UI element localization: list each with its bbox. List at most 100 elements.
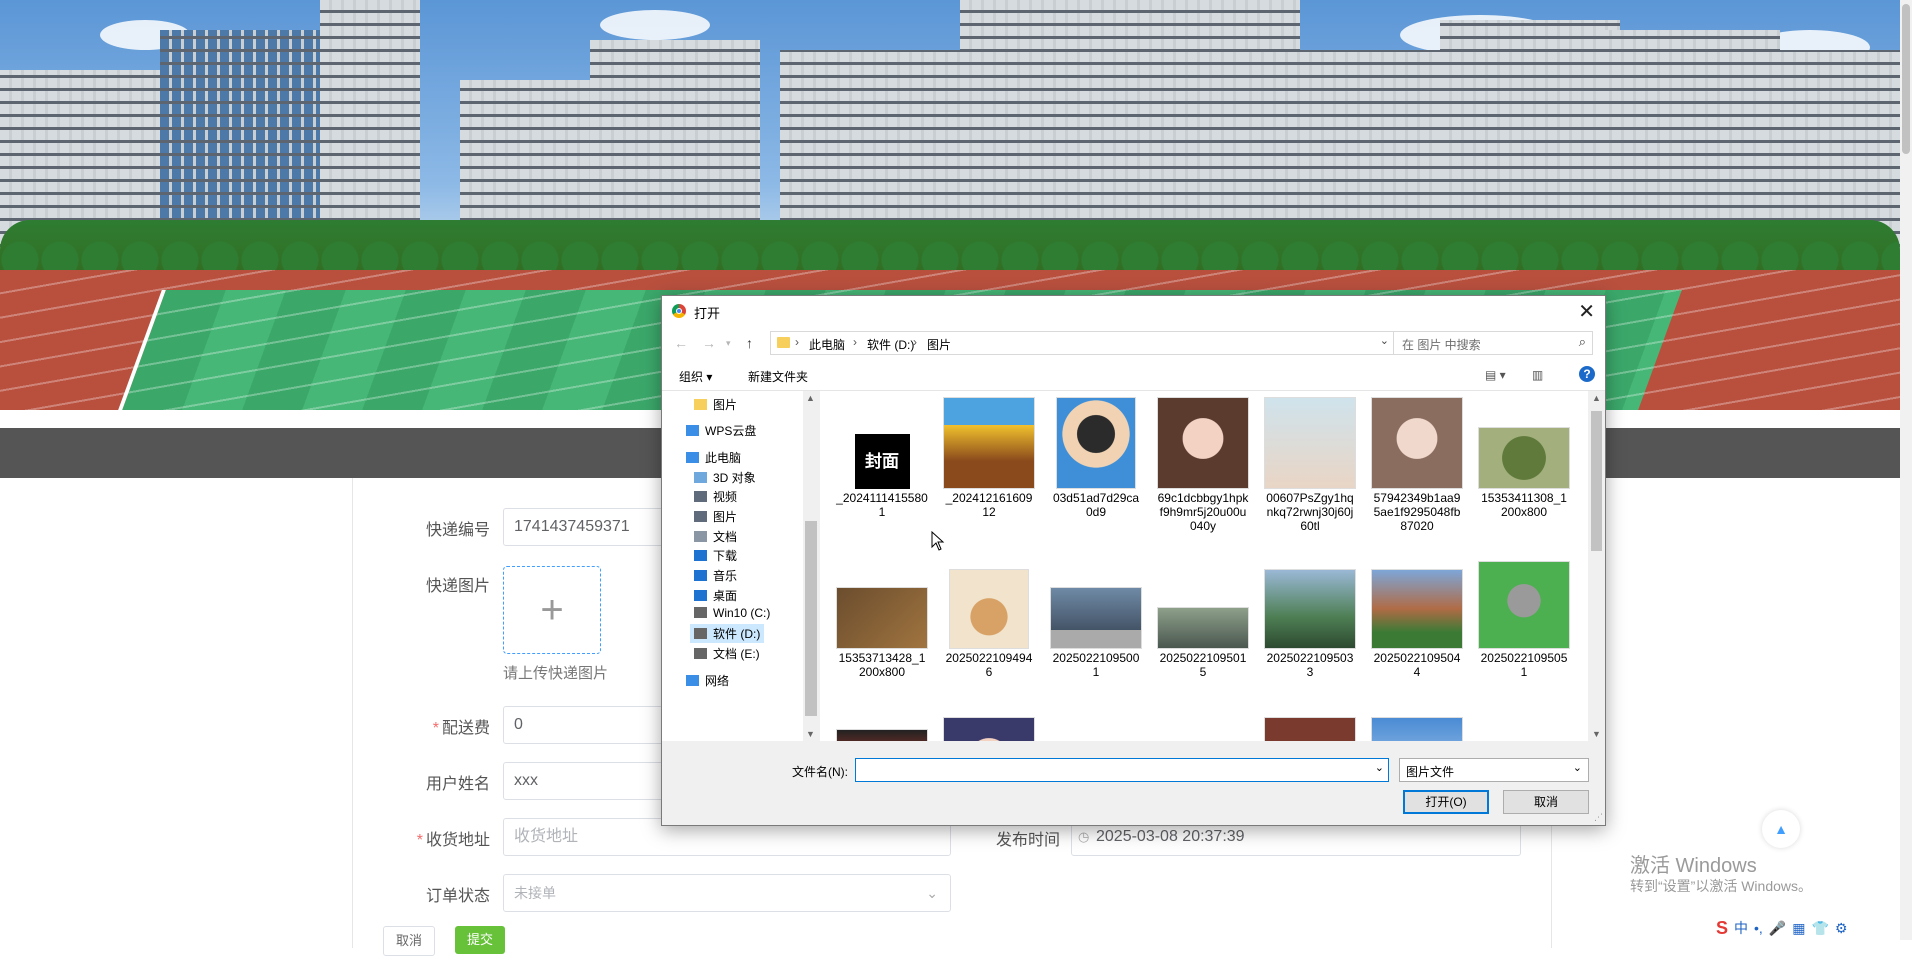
tree-item-label: 图片	[713, 510, 738, 524]
navigation-pane: 图片 WPS云盘 此电脑 3D 对象 视频 图片 文档 下载 音乐 桌面 Win10 (C:) 软件 …	[662, 391, 819, 741]
page-scrollbar[interactable]	[1900, 0, 1912, 940]
mic-icon[interactable]: 🎤	[1769, 920, 1786, 937]
tree-item[interactable]: WPS云盘	[682, 421, 760, 440]
file-name: 15353411308_1200x800	[1481, 491, 1567, 519]
file-item[interactable]: 15353713428_1200x800	[836, 587, 928, 679]
tree-item-label: 网络	[705, 674, 730, 688]
file-thumbnail	[1478, 427, 1570, 489]
tree-item[interactable]: 视频	[690, 487, 741, 506]
recent-chevron-icon[interactable]: ▾	[726, 338, 731, 349]
file-item[interactable]: 15353411308_1200x800	[1478, 427, 1570, 519]
tree-scrollbar[interactable]: ▲ ▼	[803, 391, 819, 741]
forward-icon[interactable]: →	[702, 335, 716, 351]
dialog-title: 打开	[694, 306, 721, 321]
status-placeholder: 未接单	[514, 885, 556, 901]
file-thumbnail	[836, 587, 928, 649]
submit-button[interactable]: 提交	[455, 926, 506, 954]
back-icon[interactable]: ←	[674, 335, 688, 351]
tree-item[interactable]: 软件 (D:)	[690, 624, 765, 643]
tree-item[interactable]: 文档 (E:)	[690, 644, 764, 663]
fee-input[interactable]: 0	[503, 706, 673, 744]
sogou-icon[interactable]: S	[1716, 918, 1728, 939]
file-name: 20250221095001	[1052, 651, 1140, 679]
chrome-icon	[672, 304, 686, 318]
chevron-down-icon[interactable]: ⌄	[1380, 334, 1389, 347]
search-input[interactable]: 在 图片 中搜索 ⌕	[1393, 331, 1593, 355]
tree-item[interactable]: 图片	[690, 395, 741, 414]
dialog-cancel-button[interactable]: 取消	[1503, 790, 1589, 814]
tree-item[interactable]: 下载	[690, 546, 741, 565]
file-item[interactable]: 20250221095015	[1157, 607, 1249, 679]
back-to-top-button[interactable]: ▲	[1762, 810, 1800, 848]
tree-item[interactable]: 桌面	[690, 586, 741, 605]
open-button[interactable]: 打开(O)	[1403, 790, 1489, 814]
file-scrollbar[interactable]: ▲ ▼	[1588, 391, 1605, 741]
file-item[interactable]: 20250221095033	[1264, 569, 1356, 679]
file-item[interactable]: _20241216160912	[943, 397, 1035, 519]
chevron-down-icon[interactable]: ⌄	[1375, 761, 1384, 774]
file-thumbnail	[1371, 397, 1463, 489]
file-thumbnail	[1050, 587, 1142, 649]
file-item[interactable]: 57942349b1aa95ae1f9295048fb87020	[1371, 397, 1463, 533]
file-item[interactable]: 03d51ad7d29ca0d9	[1050, 397, 1142, 519]
tree-item-label: 此电脑	[705, 451, 742, 465]
file-item[interactable]: 00607PsZgy1hqnkq72rwnj30j60j60tl	[1264, 397, 1356, 533]
tree-item[interactable]: 网络	[682, 671, 733, 690]
tree-item[interactable]: 文档	[690, 527, 741, 546]
file-thumbnail	[836, 729, 928, 741]
breadcrumb-item[interactable]: 软件 (D:)	[867, 336, 914, 353]
desktop-icon	[694, 590, 707, 601]
up-icon[interactable]: ↑	[746, 335, 753, 351]
file-item[interactable]: 20250221094946	[943, 569, 1035, 679]
music-icon	[694, 570, 707, 581]
tree-item[interactable]: 3D 对象	[690, 468, 760, 487]
file-name: 57942349b1aa95ae1f9295048fb87020	[1373, 491, 1461, 533]
file-thumbnail: 封面	[854, 434, 910, 489]
file-item[interactable]: 69c1dcbbgy1hpkf9h9mr5j20u00u040y	[1157, 397, 1249, 533]
filename-input[interactable]: ⌄	[855, 758, 1389, 782]
status-select[interactable]: 未接单 ⌄	[503, 874, 951, 912]
help-icon[interactable]: ?	[1579, 366, 1595, 382]
file-item[interactable]	[1264, 717, 1356, 741]
scrollbar-thumb[interactable]	[1902, 4, 1910, 154]
organize-menu[interactable]: 组织 ▾	[679, 368, 712, 385]
chevron-down-icon: ⌄	[926, 885, 938, 901]
search-placeholder: 在 图片 中搜索	[1402, 338, 1481, 352]
tray-item[interactable]: 中	[1734, 918, 1748, 938]
close-icon[interactable]: ✕	[1578, 299, 1595, 324]
tracking-no-input[interactable]: 1741437459371	[503, 508, 673, 546]
file-item[interactable]: 20250221095051	[1478, 561, 1570, 679]
tree-item[interactable]: 音乐	[690, 566, 741, 585]
file-item[interactable]: 20250221095044	[1371, 569, 1463, 679]
breadcrumb-item[interactable]: 此电脑	[809, 336, 845, 353]
tree-item-label: 视频	[713, 490, 738, 504]
keyboard-icon[interactable]: ▦	[1792, 920, 1805, 937]
settings-icon[interactable]: ⚙	[1835, 920, 1848, 937]
tray-item[interactable]: •,	[1754, 920, 1763, 936]
tree-item[interactable]: 此电脑	[682, 448, 745, 467]
skin-icon[interactable]: 👕	[1811, 920, 1828, 937]
file-name: _20241114155801	[836, 491, 928, 519]
file-item[interactable]	[943, 717, 1035, 741]
drive-icon	[694, 648, 707, 659]
file-item[interactable]	[836, 729, 928, 741]
view-icon[interactable]: ▤ ▾	[1485, 368, 1506, 382]
filetype-select[interactable]: 图片文件 ⌄	[1399, 758, 1589, 782]
file-name: 69c1dcbbgy1hpkf9h9mr5j20u00u040y	[1157, 491, 1249, 533]
cube-icon	[694, 472, 707, 483]
username-input[interactable]: xxx	[503, 762, 673, 800]
tree-item[interactable]: 图片	[690, 507, 741, 526]
file-item[interactable]	[1371, 717, 1463, 741]
address-row: ← → ▾ ↑ › 此电脑 › 软件 (D:) › 图片 ⌄ ↻ 在 图片 中搜…	[662, 326, 1605, 360]
resize-grip-icon[interactable]: ⋰	[1594, 812, 1603, 823]
file-thumbnail	[1056, 397, 1136, 489]
breadcrumb-item[interactable]: 图片	[927, 336, 951, 353]
new-folder-button[interactable]: 新建文件夹	[748, 368, 808, 385]
cancel-button[interactable]: 取消	[383, 926, 436, 956]
image-upload-button[interactable]: +	[503, 566, 601, 654]
address-bar[interactable]: › 此电脑 › 软件 (D:) › 图片 ⌄ ↻	[770, 331, 1420, 355]
preview-pane-icon[interactable]: ▥	[1532, 368, 1543, 382]
tree-item[interactable]: Win10 (C:)	[690, 605, 774, 621]
file-item[interactable]: 20250221095001	[1050, 587, 1142, 679]
file-item[interactable]: 封面 _20241114155801	[836, 434, 928, 519]
